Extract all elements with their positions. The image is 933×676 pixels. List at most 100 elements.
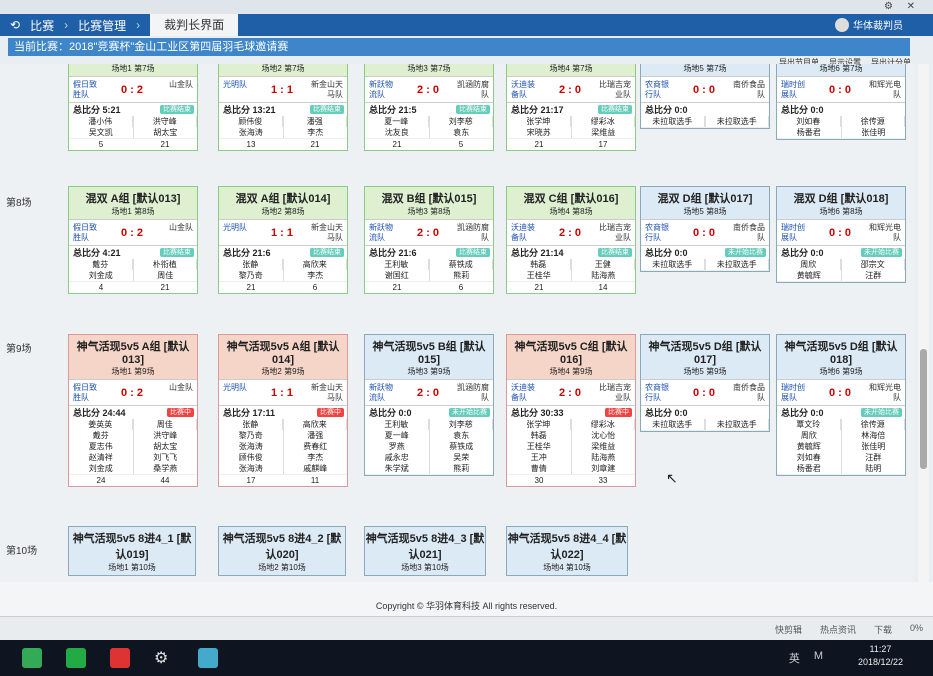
player-name[interactable]: 王健 [572, 259, 635, 270]
match-card[interactable]: 场地3 第7场 新跃物流队 2 : 0 凯涵防腐队 总比分 21:5 比赛结束 夏一峰 沈友良… [364, 64, 494, 151]
player-name[interactable]: 高欣来 [284, 259, 347, 270]
player-name[interactable]: 林海倍 [842, 430, 906, 441]
player-name[interactable]: 沈友良 [365, 127, 429, 138]
player-name[interactable]: 张佳明 [842, 441, 906, 452]
player-name[interactable]: 刘金成 [69, 270, 133, 281]
match-card[interactable]: 场地6 第7场 瑞时创展队 0 : 0 和辉光电队 总比分 0:0 刘如春 杨番君 徐传源 张佳… [776, 64, 906, 140]
vertical-scrollbar[interactable] [918, 64, 929, 582]
player-name[interactable]: 赵清祥 [69, 452, 133, 463]
player-name[interactable]: 梁维益 [572, 441, 636, 452]
match-card[interactable]: 场地2 第7场 光明队 1 : 1 新金山天马队 总比分 13:21 比赛结束 顾伟俊 张海涛… [218, 64, 348, 151]
match-card[interactable]: 混双 C组 [默认016] 场地4 第8场 沃迪装备队 2 : 0 比瑞吉宠业队 总比分 … [506, 186, 636, 294]
player-name[interactable]: 刘如春 [777, 116, 841, 127]
player-name[interactable]: 周欣 [777, 430, 841, 441]
player-name[interactable]: 李杰 [284, 452, 348, 463]
player-name[interactable]: 邵宗文 [842, 259, 905, 270]
player-name[interactable]: 陆海燕 [572, 270, 636, 281]
player-name[interactable]: 蔡铁成 [430, 259, 493, 270]
close-icon[interactable]: ✕ [907, 1, 915, 12]
ime-mode-icon[interactable]: M [814, 650, 823, 666]
player-name[interactable]: 汪群 [842, 452, 906, 463]
player-name[interactable]: 费春红 [284, 441, 348, 452]
player-name[interactable]: 夏一峰 [365, 430, 429, 441]
player-name[interactable]: 张学坤 [507, 116, 571, 127]
player-name[interactable]: 姜英英 [69, 419, 133, 430]
player-name[interactable]: 陆明 [842, 463, 906, 474]
user-menu[interactable]: 华体裁判员 [835, 17, 903, 32]
player-name[interactable]: 陆海燕 [572, 452, 636, 463]
player-name[interactable]: 未拉取选手 [641, 116, 705, 127]
match-card[interactable]: 混双 A组 [默认013] 场地1 第8场 假日致胜队 0 : 2 山金队 总比分 4:2… [68, 186, 198, 294]
match-card[interactable]: 神气活现5v5 8进4_3 [默认021] 场地3 第10场 [364, 526, 486, 576]
player-name[interactable]: 袁东 [430, 430, 494, 441]
player-name[interactable]: 夏一峰 [365, 116, 429, 127]
player-name[interactable]: 宋晓苏 [507, 127, 571, 138]
quick-clip-button[interactable]: 快剪辑 [775, 623, 802, 636]
player-name[interactable]: 王冲 [507, 452, 571, 463]
player-name[interactable]: 韩磊 [507, 259, 571, 270]
player-name[interactable]: 刘李慈 [430, 116, 493, 127]
player-name[interactable]: 未拉取选手 [706, 259, 769, 270]
player-name[interactable]: 未拉取选手 [706, 116, 769, 127]
match-card[interactable]: 神气活现5v5 8进4_2 [默认020] 场地2 第10场 [218, 526, 346, 576]
player-name[interactable]: 朴衔植 [134, 259, 197, 270]
player-name[interactable]: 熊莉 [430, 463, 494, 474]
player-name[interactable]: 刘如春 [777, 452, 841, 463]
player-name[interactable]: 夏志伟 [69, 441, 133, 452]
player-name[interactable]: 潘强 [284, 430, 348, 441]
match-card[interactable]: 神气活现5v5 A组 [默认013] 场地1 第9场 假日致胜队 0 : 2 山金队 总比… [68, 334, 198, 487]
player-name[interactable]: 刘李慈 [430, 419, 493, 430]
player-name[interactable]: 戚麒峰 [284, 463, 348, 474]
match-card[interactable]: 神气活现5v5 C组 [默认016] 场地4 第9场 沃迪装备队 2 : 0 比瑞吉宠业… [506, 334, 636, 487]
player-name[interactable]: 谢国红 [365, 270, 429, 281]
player-name[interactable]: 黎乃奇 [219, 270, 283, 281]
gear-icon[interactable]: ⚙ [154, 648, 174, 668]
player-name[interactable]: 刘金成 [69, 463, 133, 474]
player-name[interactable]: 戚永忠 [365, 452, 429, 463]
player-name[interactable]: 缪彩冰 [572, 116, 635, 127]
player-name[interactable]: 张佳明 [842, 127, 906, 138]
player-name[interactable]: 未拉取选手 [641, 419, 705, 430]
player-name[interactable]: 罗燕 [365, 441, 429, 452]
player-name[interactable]: 潘小伟 [69, 116, 133, 127]
player-name[interactable]: 顾伟俊 [219, 452, 283, 463]
player-name[interactable]: 张静 [219, 259, 283, 270]
player-name[interactable]: 桑学燕 [134, 463, 198, 474]
player-name[interactable]: 覃文玲 [777, 419, 841, 430]
player-name[interactable]: 吴文凯 [69, 127, 133, 138]
match-card[interactable]: 场地5 第7场 农商银行队 0 : 0 南侨食品队 总比分 0:0 未拉取选手 未拉取选手 [640, 64, 770, 129]
player-name[interactable]: 李杰 [284, 270, 348, 281]
player-name[interactable]: 张海涛 [219, 463, 283, 474]
match-card[interactable]: 神气活现5v5 D组 [默认017] 场地5 第9场 农商银行队 0 : 0 南侨食品队… [640, 334, 770, 432]
download-button[interactable]: 下载 [874, 623, 892, 636]
player-name[interactable]: 杨番君 [777, 463, 841, 474]
player-name[interactable]: 杨番君 [777, 127, 841, 138]
player-name[interactable]: 张海涛 [219, 127, 283, 138]
scrollbar-thumb[interactable] [920, 349, 927, 469]
match-card[interactable]: 场地4 第7场 沃迪装备队 2 : 0 比瑞吉宠业队 总比分 21:17 比赛结束 张学坤宋… [506, 64, 636, 151]
back-icon[interactable]: ⟲ [10, 18, 20, 32]
player-name[interactable]: 吴荣 [430, 452, 494, 463]
clock[interactable]: 11:27 2018/12/22 [858, 643, 903, 669]
player-name[interactable]: 梁维益 [572, 127, 636, 138]
player-name[interactable]: 黎乃奇 [219, 430, 283, 441]
player-name[interactable]: 胡太宝 [134, 127, 198, 138]
player-name[interactable]: 洪守峰 [134, 116, 197, 127]
player-name[interactable]: 戴芬 [69, 430, 133, 441]
player-name[interactable]: 胡太宝 [134, 441, 198, 452]
match-card[interactable]: 场地1 第7场 假日致胜队 0 : 2 山金队 总比分 5:21 比赛结束 潘小伟 吴文凯 洪守… [68, 64, 198, 151]
player-name[interactable]: 王利敏 [365, 419, 429, 430]
player-name[interactable]: 张静 [219, 419, 283, 430]
player-name[interactable]: 周欣 [777, 259, 841, 270]
player-name[interactable]: 徐传源 [842, 419, 905, 430]
match-card[interactable]: 神气活现5v5 B组 [默认015] 场地3 第9场 新跃物流队 2 : 0 凯涵防腐队… [364, 334, 494, 476]
player-name[interactable]: 曹倩 [507, 463, 571, 474]
player-name[interactable]: 李杰 [284, 127, 348, 138]
ime-indicator[interactable]: 英 [789, 650, 800, 666]
hot-news-button[interactable]: 热点资讯 [820, 623, 856, 636]
match-card[interactable]: 混双 D组 [默认018] 场地6 第8场 瑞时创展队 0 : 0 和辉光电队 总比分 0… [776, 186, 906, 283]
player-name[interactable]: 黄毓辉 [777, 441, 841, 452]
player-name[interactable]: 熊莉 [430, 270, 494, 281]
player-name[interactable]: 顾伟俊 [219, 116, 283, 127]
player-name[interactable]: 汪群 [842, 270, 906, 281]
